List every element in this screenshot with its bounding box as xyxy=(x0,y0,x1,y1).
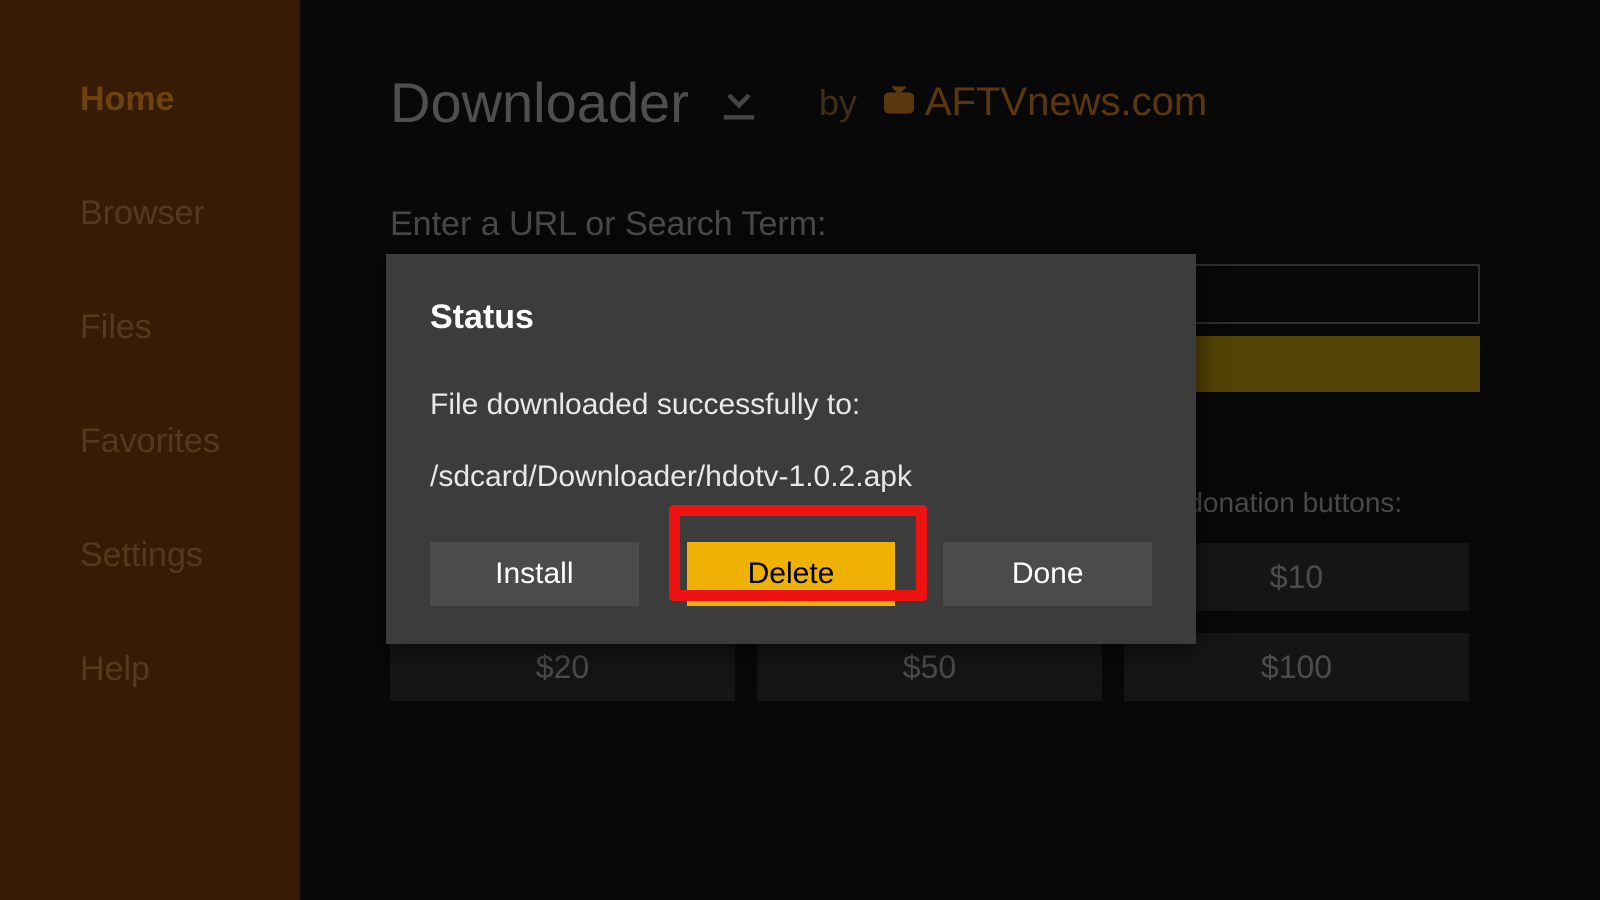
app-root: Home Browser Files Favorites Settings He… xyxy=(0,0,1600,900)
dialog-message: File downloaded successfully to: xyxy=(430,385,1152,424)
sidebar-item-label: Browser xyxy=(80,194,205,232)
button-label: Delete xyxy=(748,557,835,591)
url-label: Enter a URL or Search Term: xyxy=(390,205,1540,244)
sidebar-item-home[interactable]: Home xyxy=(80,80,300,119)
button-label: Done xyxy=(1012,557,1084,591)
sidebar-item-label: Home xyxy=(80,80,174,118)
sidebar-item-label: Help xyxy=(80,650,150,688)
donation-label: $50 xyxy=(903,649,956,686)
dialog-title: Status xyxy=(430,298,1152,337)
sidebar-item-files[interactable]: Files xyxy=(80,308,300,347)
by-label: by xyxy=(819,82,857,124)
app-title: Downloader xyxy=(390,70,689,135)
sidebar-item-label: Favorites xyxy=(80,422,220,460)
brand: AFTVnews.com xyxy=(881,80,1207,125)
button-label: Install xyxy=(495,557,573,591)
donation-label: $100 xyxy=(1261,649,1332,686)
tv-icon xyxy=(881,82,917,123)
status-dialog: Status File downloaded successfully to: … xyxy=(386,254,1196,644)
title-row: Downloader by AFTVnews.com xyxy=(390,70,1540,135)
sidebar-item-label: Settings xyxy=(80,536,203,574)
sidebar-item-browser[interactable]: Browser xyxy=(80,194,300,233)
delete-button[interactable]: Delete xyxy=(687,542,896,606)
sidebar-item-favorites[interactable]: Favorites xyxy=(80,422,300,461)
install-button[interactable]: Install xyxy=(430,542,639,606)
sidebar-item-label: Files xyxy=(80,308,152,346)
dialog-path: /sdcard/Downloader/hdotv-1.0.2.apk xyxy=(430,460,1152,494)
donation-label: $10 xyxy=(1270,559,1323,596)
download-icon xyxy=(713,74,765,131)
done-button[interactable]: Done xyxy=(943,542,1152,606)
brand-text: AFTVnews.com xyxy=(925,80,1207,125)
donation-label: $20 xyxy=(536,649,589,686)
sidebar-item-help[interactable]: Help xyxy=(80,650,300,689)
sidebar-item-settings[interactable]: Settings xyxy=(80,536,300,575)
sidebar: Home Browser Files Favorites Settings He… xyxy=(0,0,300,900)
dialog-buttons: Install Delete Done xyxy=(430,542,1152,606)
